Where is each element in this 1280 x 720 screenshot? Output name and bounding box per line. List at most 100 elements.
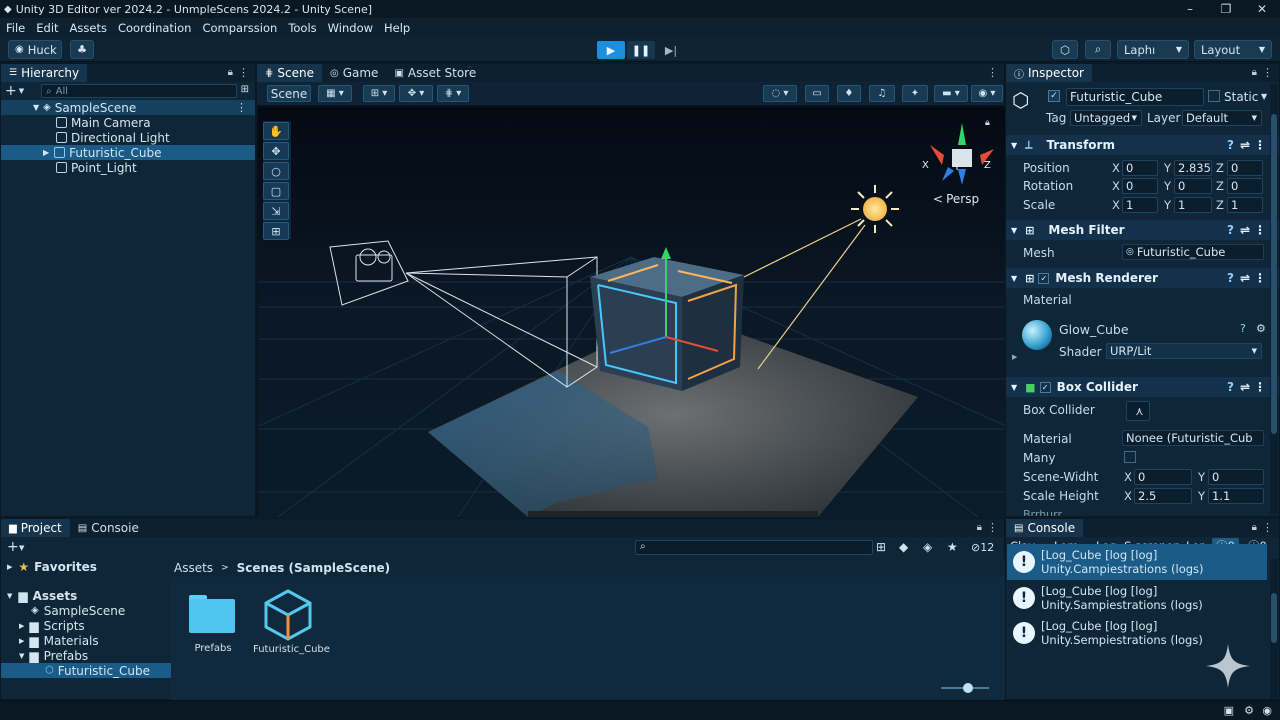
hierarchy-item[interactable]: Point_Light: [1, 160, 255, 175]
cloud-services-button[interactable]: ⬡: [1052, 40, 1078, 59]
more-icon[interactable]: ⋮: [1262, 521, 1273, 534]
tab-asset-store[interactable]: ▣ Asset Store: [386, 64, 484, 82]
transform-header[interactable]: ▼ ⟂ Transform ? ⇌ ⋮: [1006, 135, 1279, 155]
tab-console-panel[interactable]: ▤ Console: [1006, 519, 1084, 537]
hierarchy-item[interactable]: Main Camera: [1, 115, 255, 130]
settings-icon[interactable]: ⚙: [1256, 322, 1266, 335]
position-z-field[interactable]: 0: [1227, 160, 1263, 176]
menu-window[interactable]: Window: [328, 21, 373, 35]
add-icon[interactable]: +: [7, 539, 19, 555]
console-log-row[interactable]: ! [Log_Cube [log [log] Unity.Campiestrat…: [1007, 544, 1267, 580]
scrollbar-thumb[interactable]: [1271, 593, 1277, 643]
enabled-checkbox[interactable]: ✓: [1039, 381, 1051, 393]
more-icon[interactable]: ⋮: [987, 66, 998, 79]
debug-icon[interactable]: ⚙: [1244, 704, 1254, 717]
menu-file[interactable]: File: [6, 21, 25, 35]
close-button[interactable]: ✕: [1244, 2, 1280, 16]
help-icon[interactable]: ?: [1227, 138, 1234, 152]
lock-icon[interactable]: 🔒︎: [985, 118, 990, 128]
rotation-y-field[interactable]: 0: [1174, 178, 1212, 194]
mesh-filter-header[interactable]: ▼ ⊞ Mesh Filter ? ⇌ ⋮: [1006, 220, 1279, 240]
audio-toggle[interactable]: ♫: [869, 85, 895, 102]
2d-toggle[interactable]: ▭: [805, 85, 829, 102]
tree-item[interactable]: ▼ ▆ Prefabs: [1, 648, 171, 663]
menu-help[interactable]: Help: [384, 21, 410, 35]
more-icon[interactable]: ⋮: [1254, 223, 1266, 237]
pivot-dropdown[interactable]: ✥ ▾: [399, 85, 433, 102]
scrollbar-thumb[interactable]: [1271, 114, 1277, 434]
rotation-x-field[interactable]: 0: [1122, 178, 1158, 194]
more-icon[interactable]: ⋮: [987, 521, 998, 534]
zoom-slider[interactable]: [941, 683, 989, 693]
many-checkbox[interactable]: [1124, 451, 1136, 463]
inspector-scrollbar[interactable]: [1270, 84, 1278, 514]
tree-item[interactable]: ▶ ▆ Scripts: [1, 618, 171, 633]
tab-hierarchy[interactable]: ☰ Hierarchy: [1, 64, 88, 82]
asset-tile[interactable]: Prefabs: [189, 595, 237, 655]
scale-tool-button[interactable]: ⇲: [263, 202, 289, 220]
move-tool-button[interactable]: ✥: [263, 142, 289, 160]
hierarchy-search-input[interactable]: ⌕ All: [41, 84, 237, 98]
enabled-checkbox[interactable]: ✓: [1038, 272, 1050, 284]
grid-snap-dropdown[interactable]: ⋕ ▾: [437, 85, 469, 102]
position-x-field[interactable]: 0: [1122, 160, 1158, 176]
tab-inspector[interactable]: ⓘ Inspector: [1006, 64, 1092, 82]
scale-x-field[interactable]: 1: [1122, 197, 1158, 213]
tree-item-selected[interactable]: ⬡ Futuristic_Cube: [1, 663, 171, 678]
hierarchy-item[interactable]: Directional Light: [1, 130, 255, 145]
project-search-input[interactable]: ⌕: [635, 540, 873, 555]
assets-root-row[interactable]: ▼ ▆ Assets: [1, 588, 171, 603]
hidden-count[interactable]: ⊘12: [971, 541, 994, 554]
console-scrollbar[interactable]: [1270, 559, 1278, 699]
help-icon[interactable]: ?: [1227, 271, 1234, 285]
minimize-button[interactable]: –: [1172, 2, 1208, 16]
collider-material-field[interactable]: Nonee (Futuristic_Cub: [1122, 430, 1264, 446]
star-icon[interactable]: ★: [947, 540, 958, 554]
tab-console[interactable]: ▤ Consoie: [70, 519, 147, 537]
gizmo-dropdown[interactable]: ◌ ▾: [763, 85, 797, 102]
projection-toggle[interactable]: < Persp: [933, 192, 979, 206]
pause-button[interactable]: ❚❚: [627, 41, 655, 59]
preset-icon[interactable]: ⇌: [1240, 380, 1250, 394]
shading-dropdown[interactable]: ▦ ▾: [318, 85, 352, 102]
notification-icon[interactable]: ◉: [1262, 704, 1272, 717]
preset-icon[interactable]: ⇌: [1240, 271, 1250, 285]
rotation-z-field[interactable]: 0: [1227, 178, 1263, 194]
lock-icon[interactable]: 🔒︎: [228, 67, 233, 78]
tab-scene[interactable]: ⋕ Scene: [257, 64, 322, 82]
transform-tool-button[interactable]: ⊞: [263, 222, 289, 240]
add-icon[interactable]: +: [5, 83, 17, 99]
asset-tile[interactable]: Futuristic_Cube: [253, 589, 330, 659]
mesh-renderer-header[interactable]: ▼ ⊞ ✓ Mesh Renderer ? ⇌ ⋮: [1006, 268, 1279, 288]
layout-dropdown[interactable]: Layout ▼: [1194, 40, 1272, 59]
lock-icon[interactable]: 🔒︎: [1252, 522, 1257, 533]
scene-width-y-field[interactable]: 0: [1208, 469, 1264, 485]
chevron-down-icon[interactable]: ▼: [19, 544, 24, 552]
console-log-row[interactable]: ! [Log_Cube [log [log] Unity.Sampiestrat…: [1007, 581, 1267, 615]
layer-dropdown[interactable]: Default ▼: [1182, 110, 1262, 126]
shader-dropdown[interactable]: URP/Lit ▼: [1106, 343, 1262, 359]
layers-dropdown[interactable]: Laphı ▼: [1117, 40, 1189, 59]
breadcrumb-scenes[interactable]: Scenes (SampleScene): [237, 561, 391, 575]
scene-width-x-field[interactable]: 0: [1134, 469, 1192, 485]
more-icon[interactable]: ⋮: [238, 66, 249, 79]
help-icon[interactable]: ?: [1227, 380, 1234, 394]
tree-item[interactable]: ◈ SampleScene: [1, 603, 171, 618]
preset-icon[interactable]: ⇌: [1240, 223, 1250, 237]
scene-draw-mode-button[interactable]: Scene: [267, 85, 311, 102]
box-collider-header[interactable]: ▼ ■ ✓ Box Collider ? ⇌ ⋮: [1006, 377, 1279, 397]
chevron-down-icon[interactable]: ▼: [1261, 92, 1267, 101]
menu-assets[interactable]: Assets: [70, 21, 107, 35]
hand-tool-button[interactable]: ✋: [263, 122, 289, 140]
tree-item[interactable]: ▶ ▆ Materials: [1, 633, 171, 648]
tag-icon[interactable]: ◈: [923, 540, 932, 554]
preset-icon[interactable]: ⇌: [1240, 138, 1250, 152]
effects-toggle[interactable]: ✦: [902, 85, 928, 102]
material-preview-sphere[interactable]: [1022, 320, 1052, 350]
active-checkbox[interactable]: ✓: [1048, 90, 1060, 102]
tag-dropdown[interactable]: Untagged ▼: [1070, 110, 1142, 126]
collab-button[interactable]: ♣: [70, 40, 94, 59]
more-icon[interactable]: ⋮: [1254, 138, 1266, 152]
camera-dropdown[interactable]: ▬ ▾: [934, 85, 968, 102]
step-button[interactable]: ▶|: [657, 41, 685, 59]
